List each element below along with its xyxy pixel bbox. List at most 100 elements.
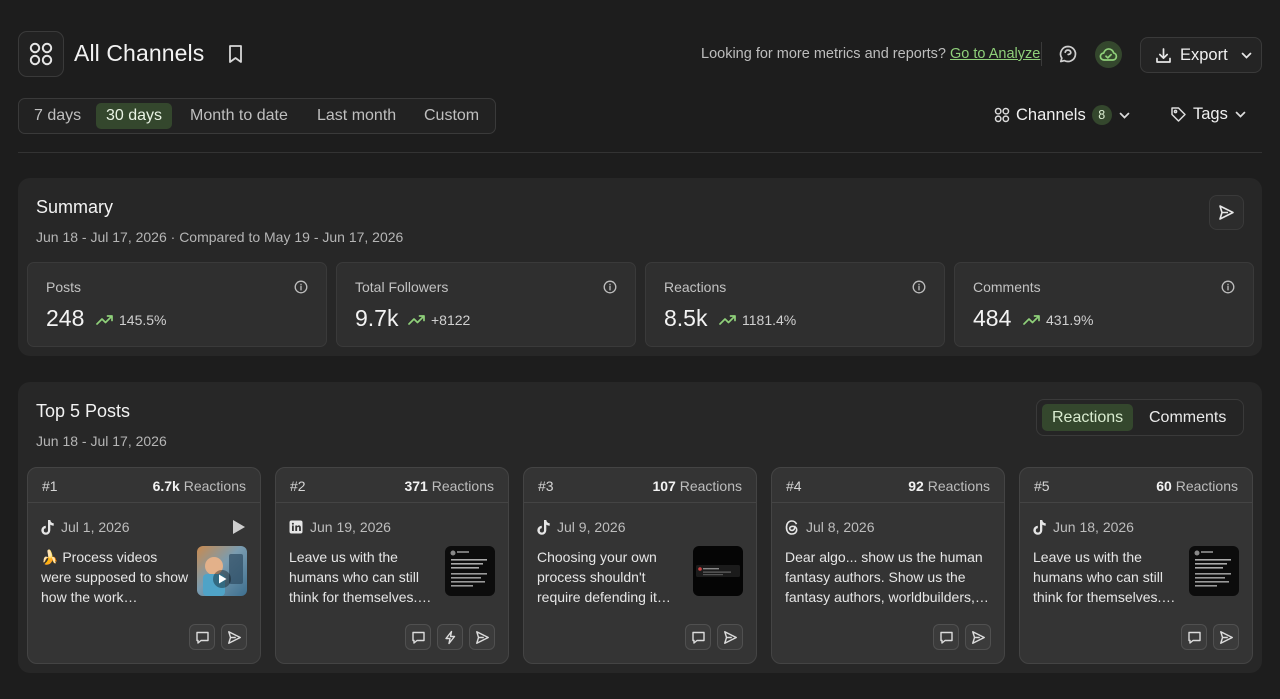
send-icon (475, 630, 489, 644)
post-card[interactable]: #5 60 Reactions Jun 18, 2026 Leave us wi… (1019, 467, 1253, 664)
top-posts-date-range: Jun 18 - Jul 17, 2026 (36, 433, 167, 449)
info-icon[interactable] (603, 280, 617, 294)
comment-icon (411, 631, 425, 644)
bookmark-icon[interactable] (227, 44, 244, 64)
info-icon[interactable] (912, 280, 926, 294)
feedback-chat-icon[interactable] (1055, 41, 1081, 67)
share-button[interactable] (965, 624, 991, 650)
post-text: Choosing your own process shouldn't requ… (537, 549, 671, 605)
page-title: All Channels (74, 40, 205, 66)
post-reactions: 92 Reactions (908, 478, 990, 494)
reply-button[interactable] (685, 624, 711, 650)
post-reactions: 107 Reactions (652, 478, 742, 494)
export-button[interactable]: Export (1140, 37, 1262, 73)
metric-trend: 145.5% (96, 312, 166, 328)
post-rank: #3 (538, 478, 554, 494)
range-30-days[interactable]: 30 days (96, 103, 173, 129)
video-play-icon (233, 520, 245, 534)
post-rank: #4 (786, 478, 802, 494)
promo-text: Looking for more metrics and reports? (701, 46, 946, 62)
reply-button[interactable] (933, 624, 959, 650)
share-button[interactable] (1213, 624, 1239, 650)
channels-filter[interactable]: Channels 8 (994, 105, 1131, 125)
cloud-sync-icon[interactable] (1095, 41, 1122, 68)
trend-up-icon (96, 315, 113, 325)
boost-button[interactable] (437, 624, 463, 650)
range-7-days[interactable]: 7 days (24, 103, 91, 129)
reply-button[interactable] (189, 624, 215, 650)
metric-card-reactions: Reactions 8.5k 1181.4% (645, 262, 945, 347)
metric-value: 9.7k (355, 305, 399, 331)
post-card[interactable]: #3 107 Reactions Jul 9, 2026 Choosing yo… (523, 467, 757, 664)
reaction-count: 107 (652, 478, 676, 494)
divider (1041, 42, 1042, 66)
send-icon (227, 630, 241, 644)
post-card-header: #2 371 Reactions (276, 468, 508, 503)
post-text: 🍌 Process videos were supposed to show h… (41, 549, 189, 605)
post-card-header: #3 107 Reactions (524, 468, 756, 503)
metric-card-posts: Posts 248 145.5% (27, 262, 327, 347)
post-reactions: 6.7k Reactions (153, 478, 246, 494)
summary-date-range: Jun 18 - Jul 17, 2026 · Compared to May … (36, 229, 404, 245)
post-rank: #2 (290, 478, 306, 494)
post-date: Jun 18, 2026 (1033, 519, 1134, 535)
post-actions (1181, 624, 1239, 650)
share-button[interactable] (221, 624, 247, 650)
post-thumbnail (693, 546, 743, 596)
metric-change: +8122 (431, 312, 471, 328)
metric-trend: 1181.4% (719, 312, 796, 328)
channels-grid-icon (994, 107, 1010, 123)
metric-toggle: Reactions Comments (1036, 399, 1244, 436)
post-actions (933, 624, 991, 650)
post-reactions: 60 Reactions (1156, 478, 1238, 494)
post-card[interactable]: #1 6.7k Reactions Jul 1, 2026 🍌 Process … (27, 467, 261, 664)
metric-change: 431.9% (1046, 312, 1094, 328)
metric-label: Comments (973, 279, 1041, 295)
go-to-analyze-link[interactable]: Go to Analyze (950, 46, 1040, 62)
lightning-icon (444, 630, 455, 644)
post-card[interactable]: #2 371 Reactions Jun 19, 2026 Leave us w… (275, 467, 509, 664)
toggle-comments[interactable]: Comments (1139, 404, 1236, 431)
send-icon (723, 630, 737, 644)
post-thumbnail (445, 546, 495, 596)
post-card-header: #1 6.7k Reactions (28, 468, 260, 503)
info-icon[interactable] (1221, 280, 1235, 294)
post-rank: #1 (42, 478, 58, 494)
reaction-count: 60 (1156, 478, 1172, 494)
analyze-promo: Looking for more metrics and reports? Go… (701, 46, 1040, 62)
metric-change: 145.5% (119, 312, 167, 328)
trend-up-icon (408, 315, 425, 325)
channels-count-badge: 8 (1091, 105, 1112, 125)
info-icon[interactable] (294, 280, 308, 294)
range-month-to-date[interactable]: Month to date (180, 103, 298, 129)
reply-button[interactable] (405, 624, 431, 650)
reactions-word: Reactions (679, 478, 742, 494)
reactions-word: Reactions (927, 478, 990, 494)
metric-change: 1181.4% (742, 312, 797, 328)
metric-value: 248 (46, 305, 85, 331)
range-custom[interactable]: Custom (414, 103, 489, 129)
metric-card-comments: Comments 484 431.9% (954, 262, 1254, 347)
post-date-text: Jul 9, 2026 (557, 519, 626, 535)
tags-filter[interactable]: Tags (1170, 105, 1247, 124)
reply-button[interactable] (1181, 624, 1207, 650)
share-summary-button[interactable] (1209, 195, 1244, 230)
post-date: Jul 8, 2026 (785, 519, 875, 535)
toggle-reactions[interactable]: Reactions (1042, 404, 1134, 431)
reactions-word: Reactions (1175, 478, 1238, 494)
comment-icon (939, 631, 953, 644)
channels-label: Channels (1016, 105, 1086, 124)
post-thumbnail (197, 546, 247, 596)
share-button[interactable] (469, 624, 495, 650)
post-date: Jun 19, 2026 (289, 519, 391, 535)
post-rank: #5 (1034, 478, 1050, 494)
tiktok-icon (41, 519, 54, 535)
post-thumbnail (1189, 546, 1239, 596)
comment-icon (195, 631, 209, 644)
post-card[interactable]: #4 92 Reactions Jul 8, 2026 Dear algo...… (771, 467, 1005, 664)
summary-panel: Summary Jun 18 - Jul 17, 2026 · Compared… (18, 178, 1262, 356)
metric-label: Total Followers (355, 279, 449, 295)
range-last-month[interactable]: Last month (307, 103, 406, 129)
chevron-down-icon (1241, 52, 1252, 59)
share-button[interactable] (717, 624, 743, 650)
